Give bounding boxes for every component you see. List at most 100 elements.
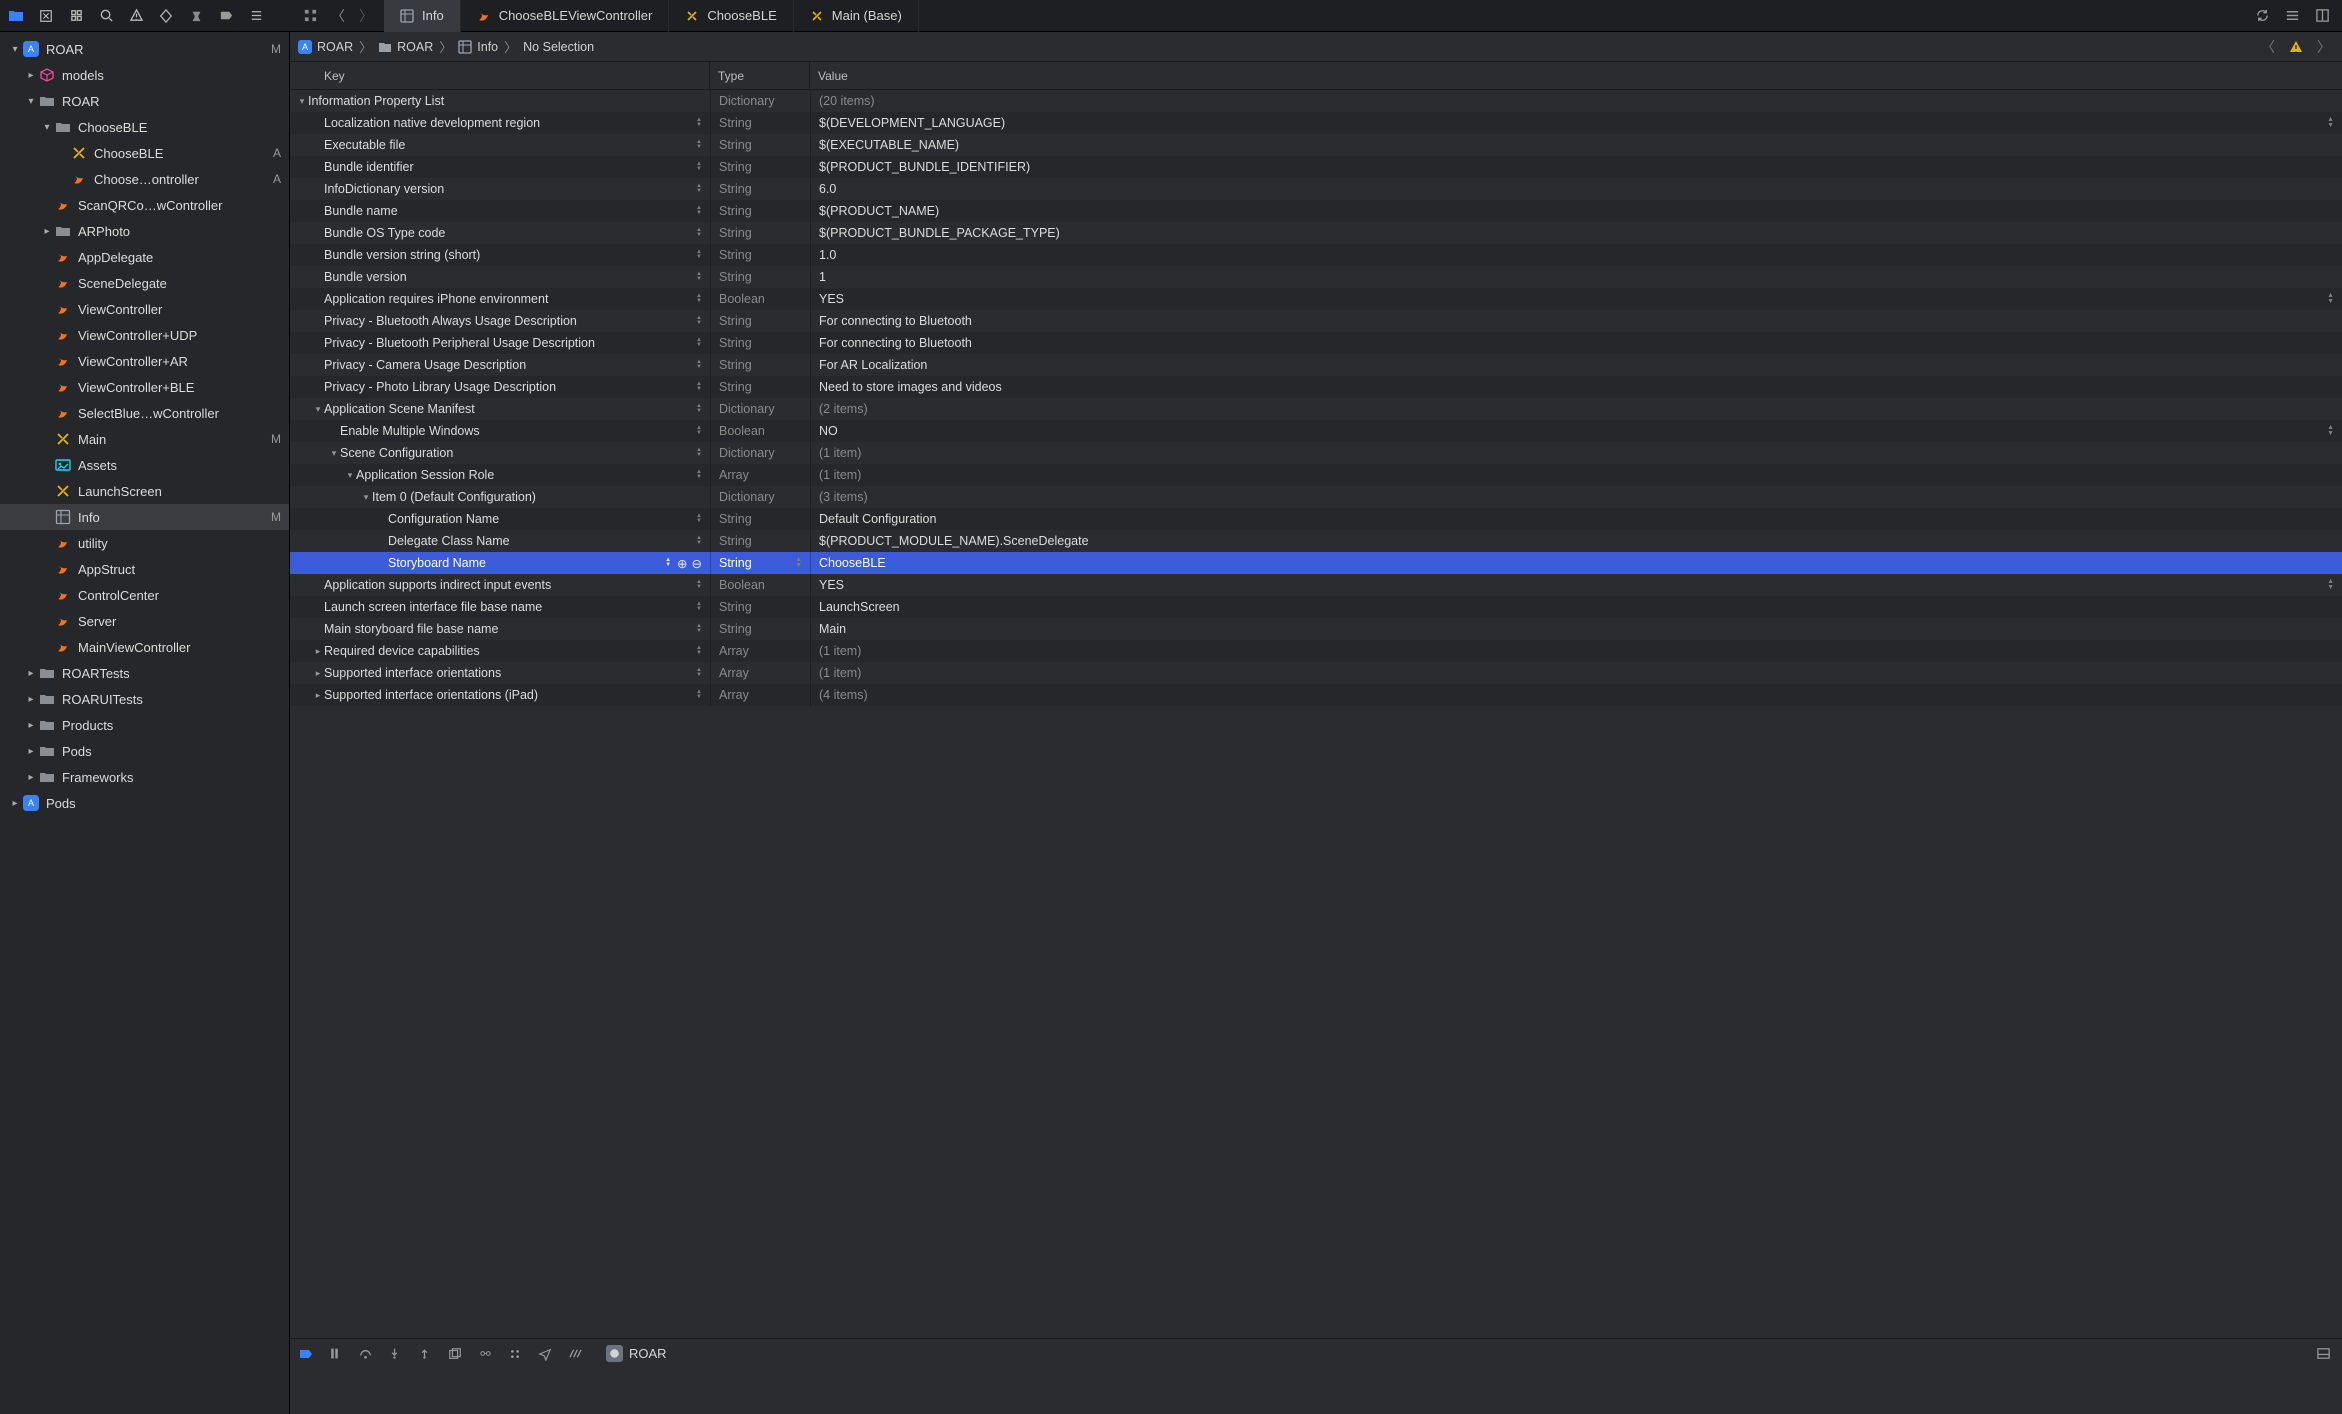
project-navigator[interactable]: ▾AROARM▸models▾ROAR▾ChooseBLEChooseBLEAC… — [0, 32, 290, 1414]
key-stepper-icon[interactable]: ▲▼ — [696, 118, 702, 128]
navigator-item[interactable]: AppDelegate — [0, 244, 289, 270]
plist-key[interactable]: InfoDictionary version — [324, 182, 692, 196]
plist-type[interactable]: String — [719, 380, 752, 394]
key-stepper-icon[interactable]: ▲▼ — [696, 140, 702, 150]
add-editor-icon[interactable] — [2312, 6, 2332, 26]
plist-value[interactable]: (1 item) — [819, 446, 861, 460]
nav-back-icon[interactable]: 〈 — [324, 6, 352, 26]
navigator-item[interactable]: LaunchScreen — [0, 478, 289, 504]
plist-value[interactable]: Need to store images and videos — [819, 380, 1002, 394]
navigator-item[interactable]: MainViewController — [0, 634, 289, 660]
plist-key[interactable]: Bundle name — [324, 204, 692, 218]
plist-row[interactable]: ▾Information Property ListDictionary(20 … — [290, 90, 2342, 112]
plist-value[interactable]: (2 items) — [819, 402, 868, 416]
breadcrumb-selection[interactable]: No Selection — [523, 40, 594, 54]
plist-value[interactable]: 6.0 — [819, 182, 836, 196]
plist-key[interactable]: Information Property List — [308, 94, 702, 108]
plist-key[interactable]: Launch screen interface file base name — [324, 600, 692, 614]
key-stepper-icon[interactable]: ▲▼ — [696, 162, 702, 172]
key-stepper-icon[interactable]: ▲▼ — [696, 602, 702, 612]
plist-type[interactable]: String — [719, 314, 752, 328]
plist-value[interactable]: For connecting to Bluetooth — [819, 314, 972, 328]
plist-key[interactable]: Main storyboard file base name — [324, 622, 692, 636]
plist-row[interactable]: InfoDictionary version▲▼String6.0 — [290, 178, 2342, 200]
plist-type[interactable]: String — [719, 116, 752, 130]
navigator-item[interactable]: Assets — [0, 452, 289, 478]
plist-type[interactable]: String — [719, 556, 752, 570]
value-stepper-icon[interactable]: ▲▼ — [2327, 425, 2334, 437]
source-control-icon[interactable] — [36, 6, 56, 26]
plist-table[interactable]: ▾Information Property ListDictionary(20 … — [290, 90, 2342, 1338]
plist-row[interactable]: Application supports indirect input even… — [290, 574, 2342, 596]
navigator-item[interactable]: ▸APods — [0, 790, 289, 816]
value-stepper-icon[interactable]: ▲▼ — [2327, 293, 2334, 305]
plist-type[interactable]: String — [719, 182, 752, 196]
debug-view-hierarchy-icon[interactable] — [448, 1347, 466, 1361]
navigator-item[interactable]: ▸Pods — [0, 738, 289, 764]
key-stepper-icon[interactable]: ▲▼ — [696, 448, 702, 458]
navigator-item[interactable]: ViewController+UDP — [0, 322, 289, 348]
plist-type[interactable]: String — [719, 226, 752, 240]
plist-key[interactable]: Bundle identifier — [324, 160, 692, 174]
navigator-item[interactable]: AppStruct — [0, 556, 289, 582]
plist-row[interactable]: Bundle version▲▼String1 — [290, 266, 2342, 288]
plist-key[interactable]: Privacy - Photo Library Usage Descriptio… — [324, 380, 692, 394]
plist-key[interactable]: Bundle OS Type code — [324, 226, 692, 240]
key-stepper-icon[interactable]: ▲▼ — [696, 426, 702, 436]
disclosure-chevron-icon[interactable]: ▸ — [8, 798, 22, 809]
debug-memory-icon[interactable] — [478, 1346, 496, 1361]
plist-value[interactable]: YES — [819, 578, 844, 592]
warning-icon[interactable] — [2286, 37, 2306, 57]
plist-row[interactable]: ▸Supported interface orientations▲▼Array… — [290, 662, 2342, 684]
navigator-item[interactable]: ChooseBLEA — [0, 140, 289, 166]
plist-key[interactable]: Privacy - Bluetooth Always Usage Descrip… — [324, 314, 692, 328]
plist-key[interactable]: Localization native development region — [324, 116, 692, 130]
plist-type[interactable]: String — [719, 622, 752, 636]
plist-value[interactable]: $(PRODUCT_BUNDLE_IDENTIFIER) — [819, 160, 1030, 174]
disclosure-chevron-icon[interactable]: ▸ — [24, 720, 38, 731]
chevron-left-icon[interactable]: 〈 — [2258, 37, 2278, 57]
disclosure-chevron-icon[interactable]: ▸ — [312, 646, 324, 657]
breakpoints-toggle-icon[interactable] — [298, 1346, 316, 1362]
issues-icon[interactable] — [126, 6, 146, 26]
network-icon[interactable] — [568, 1346, 586, 1361]
key-stepper-icon[interactable]: ▲▼ — [696, 690, 702, 700]
plist-value[interactable]: (1 item) — [819, 468, 861, 482]
plist-row[interactable]: Executable file▲▼String$(EXECUTABLE_NAME… — [290, 134, 2342, 156]
disclosure-chevron-icon[interactable]: ▸ — [40, 226, 54, 237]
plist-type[interactable]: String — [719, 204, 752, 218]
plist-value[interactable]: 1.0 — [819, 248, 836, 262]
navigator-item[interactable]: ViewController — [0, 296, 289, 322]
plist-row[interactable]: Bundle OS Type code▲▼String$(PRODUCT_BUN… — [290, 222, 2342, 244]
plist-type[interactable]: String — [719, 600, 752, 614]
plist-row[interactable]: Delegate Class Name▲▼String$(PRODUCT_MOD… — [290, 530, 2342, 552]
reports-icon[interactable] — [246, 6, 266, 26]
disclosure-chevron-icon[interactable]: ▾ — [328, 448, 340, 459]
plist-key[interactable]: Privacy - Bluetooth Peripheral Usage Des… — [324, 336, 692, 350]
plist-value[interactable]: (1 item) — [819, 644, 861, 658]
plist-key[interactable]: Item 0 (Default Configuration) — [372, 490, 702, 504]
key-stepper-icon[interactable]: ▲▼ — [696, 272, 702, 282]
search-icon[interactable] — [96, 6, 116, 26]
navigator-item[interactable]: ScanQRCo…wController — [0, 192, 289, 218]
navigator-item[interactable]: ▾ROAR — [0, 88, 289, 114]
key-stepper-icon[interactable]: ▲▼ — [696, 514, 702, 524]
step-into-icon[interactable] — [388, 1347, 406, 1360]
plist-row[interactable]: ▸Supported interface orientations (iPad)… — [290, 684, 2342, 706]
navigator-item[interactable]: ▾ChooseBLE — [0, 114, 289, 140]
key-stepper-icon[interactable]: ▲▼ — [696, 250, 702, 260]
related-items-icon[interactable] — [296, 6, 324, 26]
plist-key[interactable]: Privacy - Camera Usage Description — [324, 358, 692, 372]
disclosure-chevron-icon[interactable]: ▾ — [8, 44, 22, 55]
navigator-item[interactable]: MainM — [0, 426, 289, 452]
plist-value[interactable]: $(PRODUCT_BUNDLE_PACKAGE_TYPE) — [819, 226, 1060, 240]
navigator-item[interactable]: ▾AROARM — [0, 36, 289, 62]
plist-key[interactable]: Storyboard Name — [388, 556, 661, 570]
navigator-item[interactable]: ViewController+AR — [0, 348, 289, 374]
plist-value[interactable]: 1 — [819, 270, 826, 284]
disclosure-chevron-icon[interactable]: ▸ — [312, 690, 324, 701]
plist-value[interactable]: ChooseBLE — [819, 556, 886, 570]
plist-key[interactable]: Application Scene Manifest — [324, 402, 692, 416]
plist-key[interactable]: Supported interface orientations — [324, 666, 692, 680]
plist-row[interactable]: Enable Multiple Windows▲▼BooleanNO▲▼ — [290, 420, 2342, 442]
